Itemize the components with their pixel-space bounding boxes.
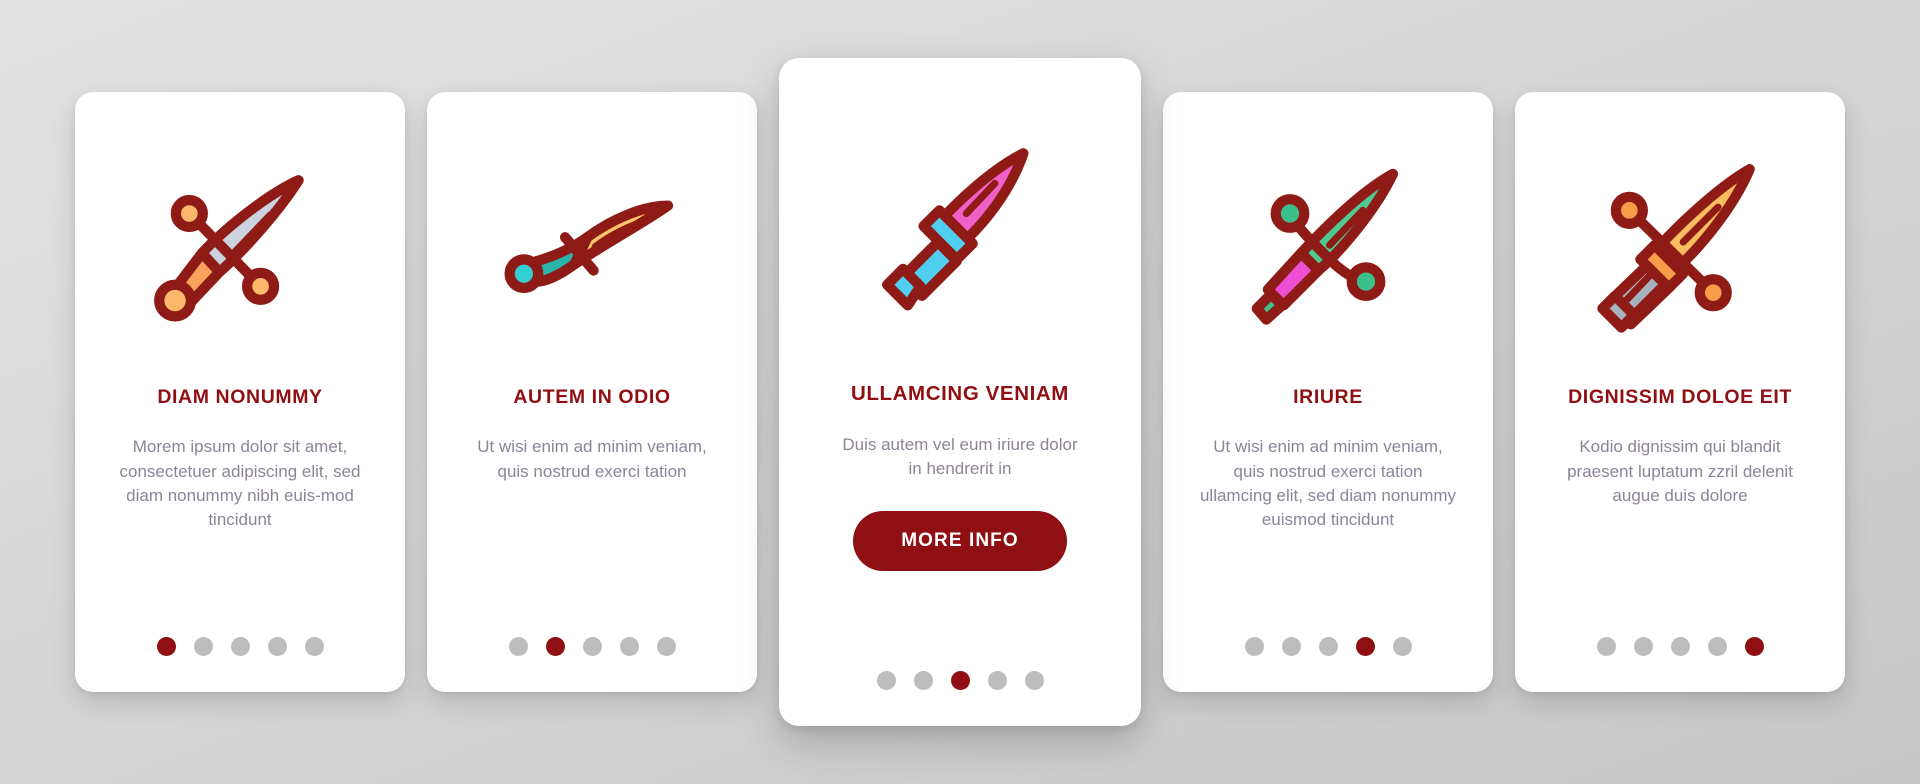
pagination-dot[interactable] — [1596, 637, 1616, 656]
pagination-dot[interactable] — [1318, 637, 1338, 656]
pagination-dot[interactable] — [545, 637, 565, 656]
pagination-dot[interactable] — [1744, 637, 1764, 656]
card-title: ULLAMCING VENIAM — [850, 382, 1069, 405]
onboarding-card-carousel: DIAM NONUMMY Morem ipsum dolor sit amet,… — [0, 0, 1920, 784]
onboarding-card-2[interactable]: AUTEM IN ODIO Ut wisi enim ad minim veni… — [427, 92, 757, 692]
pagination-dot[interactable] — [508, 637, 528, 656]
card-title: DIGNISSIM DOLOE EIT — [1568, 386, 1792, 408]
pagination-dot[interactable] — [193, 637, 213, 656]
card-body-text: Ut wisi enim ad minim veniam, quis nostr… — [1199, 437, 1457, 529]
card-title: DIAM NONUMMY — [157, 386, 323, 408]
pagination-dots — [75, 637, 405, 656]
dagger-green-icon — [1185, 92, 1471, 392]
pagination-dot[interactable] — [1707, 637, 1727, 656]
pagination-dot[interactable] — [1244, 637, 1264, 656]
card-title: IRIURE — [1293, 386, 1363, 408]
pagination-dot[interactable] — [230, 637, 250, 656]
pagination-dots — [1515, 637, 1845, 656]
pagination-dot[interactable] — [582, 637, 602, 656]
dagger-steel-icon — [97, 92, 383, 392]
pagination-dot[interactable] — [913, 671, 933, 690]
pagination-dot[interactable] — [1392, 637, 1412, 656]
pagination-dot[interactable] — [656, 637, 676, 656]
pagination-dots — [1163, 637, 1493, 656]
card-title: AUTEM IN ODIO — [513, 386, 671, 408]
pagination-dot[interactable] — [619, 637, 639, 656]
sword-gold-icon — [1537, 92, 1823, 392]
pagination-dot[interactable] — [876, 671, 896, 690]
pagination-dot[interactable] — [1355, 637, 1375, 656]
dagger-pink-icon — [801, 58, 1119, 388]
pagination-dot[interactable] — [267, 637, 287, 656]
onboarding-card-1[interactable]: DIAM NONUMMY Morem ipsum dolor sit amet,… — [75, 92, 405, 692]
card-body-text: Ut wisi enim ad minim veniam, quis nostr… — [477, 437, 707, 481]
pagination-dot[interactable] — [304, 637, 324, 656]
onboarding-card-4[interactable]: IRIURE Ut wisi enim ad minim veniam, qui… — [1163, 92, 1493, 692]
pagination-dot[interactable] — [156, 637, 176, 656]
onboarding-card-3[interactable]: ULLAMCING VENIAM Duis autem vel eum iriu… — [779, 58, 1141, 726]
pagination-dot[interactable] — [1024, 671, 1044, 690]
onboarding-card-5[interactable]: DIGNISSIM DOLOE EIT Kodio dignissim qui … — [1515, 92, 1845, 692]
pagination-dot[interactable] — [950, 671, 970, 690]
more-info-button[interactable]: MORE INFO — [853, 510, 1067, 571]
pagination-dot[interactable] — [1633, 637, 1653, 656]
pagination-dot[interactable] — [1670, 637, 1690, 656]
card-body-text: Morem ipsum dolor sit amet, consectetuer… — [119, 437, 361, 529]
pagination-dot[interactable] — [987, 671, 1007, 690]
pagination-dots — [779, 671, 1141, 690]
scimitar-curved-icon — [449, 92, 735, 392]
card-body-text: Kodio dignissim qui blandit praesent lup… — [1567, 437, 1793, 505]
pagination-dot[interactable] — [1281, 637, 1301, 656]
card-body-text: Duis autem vel eum iriure dolor in hendr… — [842, 434, 1078, 478]
pagination-dots — [427, 637, 757, 656]
